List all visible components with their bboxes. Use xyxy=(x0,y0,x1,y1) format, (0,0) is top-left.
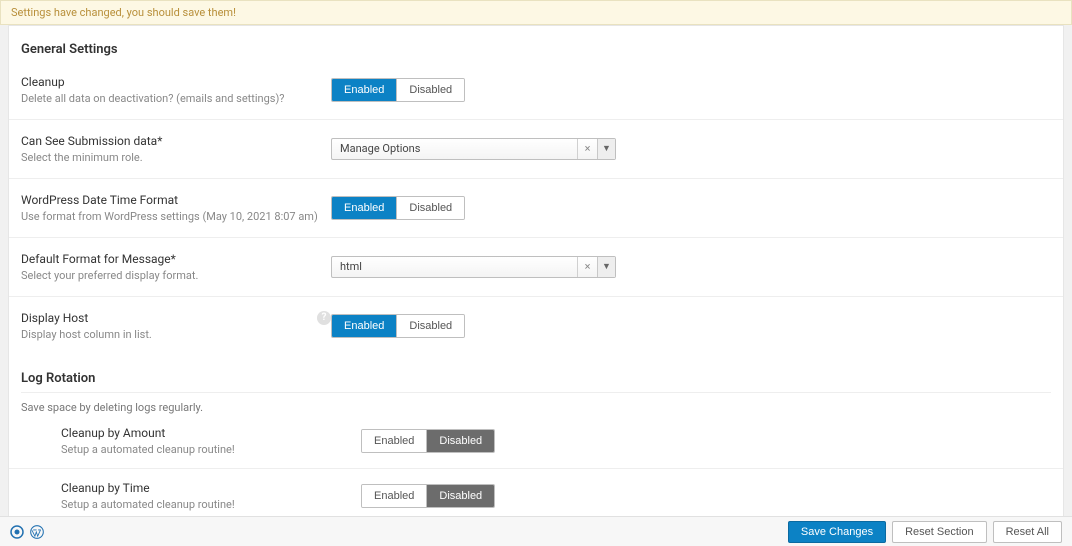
cleanup-amount-label: Cleanup by Amount xyxy=(61,426,351,440)
cleanup-amount-toggle[interactable]: Enabled Disabled xyxy=(361,429,495,453)
wp-datetime-toggle[interactable]: Enabled Disabled xyxy=(331,196,465,220)
row-display-host: Display Host Display host column in list… xyxy=(9,297,1063,355)
submission-role-desc: Select the minimum role. xyxy=(21,151,321,164)
submission-role-select[interactable]: Manage Options × ▼ xyxy=(331,138,616,160)
submission-role-value: Manage Options xyxy=(332,139,577,159)
row-default-format: Default Format for Message* Select your … xyxy=(9,238,1063,297)
chevron-down-icon[interactable]: ▼ xyxy=(597,257,615,277)
row-cleanup-amount: Cleanup by Amount Setup a automated clea… xyxy=(9,414,1063,469)
unsaved-changes-notice: Settings have changed, you should save t… xyxy=(0,0,1072,25)
default-format-clear[interactable]: × xyxy=(577,257,597,277)
reset-section-button[interactable]: Reset Section xyxy=(892,521,986,543)
wp-datetime-desc: Use format from WordPress settings (May … xyxy=(21,210,321,223)
cleanup-time-label: Cleanup by Time xyxy=(61,481,351,495)
general-settings-heading: General Settings xyxy=(9,26,1063,61)
row-submission-role: Can See Submission data* Select the mini… xyxy=(9,120,1063,179)
cleanup-desc: Delete all data on deactivation? (emails… xyxy=(21,92,321,105)
cleanup-label: Cleanup xyxy=(21,75,321,89)
cleanup-amount-enabled[interactable]: Enabled xyxy=(362,430,426,452)
chevron-down-icon[interactable]: ▼ xyxy=(597,139,615,159)
cleanup-time-disabled[interactable]: Disabled xyxy=(426,485,494,507)
display-host-label: Display Host xyxy=(21,311,321,325)
cleanup-time-toggle[interactable]: Enabled Disabled xyxy=(361,484,495,508)
help-icon[interactable]: ? xyxy=(317,311,331,325)
cleanup-amount-desc: Setup a automated cleanup routine! xyxy=(61,443,351,456)
settings-panel: General Settings Cleanup Delete all data… xyxy=(8,25,1064,525)
log-rotation-desc: Save space by deleting logs regularly. xyxy=(9,393,1063,414)
wp-datetime-label: WordPress Date Time Format xyxy=(21,193,321,207)
cleanup-amount-disabled[interactable]: Disabled xyxy=(426,430,494,452)
cleanup-time-desc: Setup a automated cleanup routine! xyxy=(61,498,351,511)
save-changes-button[interactable]: Save Changes xyxy=(788,521,886,543)
theme-icon[interactable] xyxy=(10,525,24,539)
cleanup-toggle[interactable]: Enabled Disabled xyxy=(331,78,465,102)
default-format-value: html xyxy=(332,257,577,277)
footer-bar: Save Changes Reset Section Reset All xyxy=(0,516,1072,546)
settings-page: Settings have changed, you should save t… xyxy=(0,0,1072,546)
submission-role-label: Can See Submission data* xyxy=(21,134,321,148)
log-rotation-heading: Log Rotation xyxy=(21,355,1051,393)
submission-role-clear[interactable]: × xyxy=(577,139,597,159)
cleanup-disabled[interactable]: Disabled xyxy=(396,79,464,101)
display-host-enabled[interactable]: Enabled xyxy=(332,315,396,337)
row-cleanup: Cleanup Delete all data on deactivation?… xyxy=(9,61,1063,120)
row-wp-datetime: WordPress Date Time Format Use format fr… xyxy=(9,179,1063,238)
wp-datetime-disabled[interactable]: Disabled xyxy=(396,197,464,219)
wordpress-icon[interactable] xyxy=(30,525,44,539)
display-host-disabled[interactable]: Disabled xyxy=(396,315,464,337)
default-format-desc: Select your preferred display format. xyxy=(21,269,321,282)
display-host-desc: Display host column in list. xyxy=(21,328,321,341)
default-format-select[interactable]: html × ▼ xyxy=(331,256,616,278)
display-host-toggle[interactable]: Enabled Disabled xyxy=(331,314,465,338)
wp-datetime-enabled[interactable]: Enabled xyxy=(332,197,396,219)
cleanup-time-enabled[interactable]: Enabled xyxy=(362,485,426,507)
cleanup-enabled[interactable]: Enabled xyxy=(332,79,396,101)
reset-all-button[interactable]: Reset All xyxy=(993,521,1062,543)
default-format-label: Default Format for Message* xyxy=(21,252,321,266)
